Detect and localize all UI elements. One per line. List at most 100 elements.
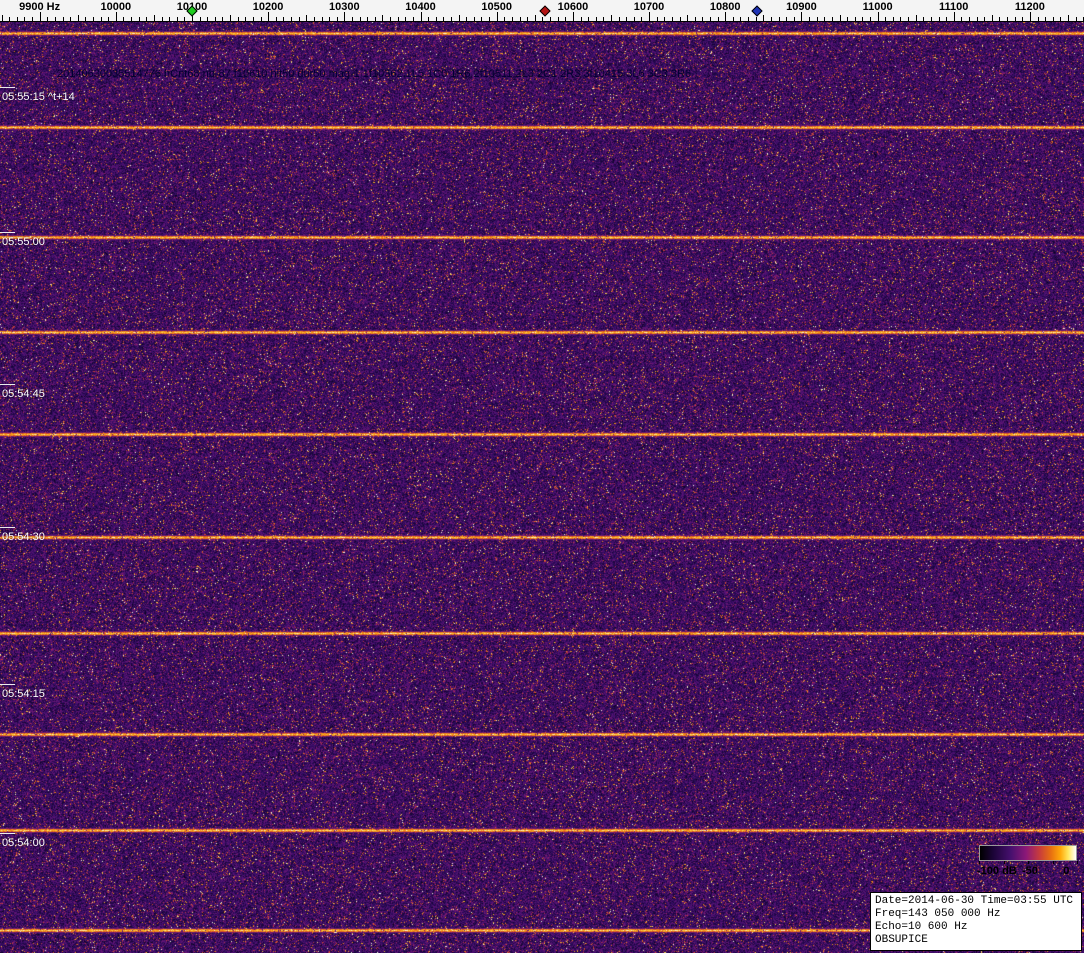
ruler-tick xyxy=(92,17,94,21)
ruler-tick xyxy=(664,17,666,21)
ruler-tick xyxy=(557,17,559,21)
ruler-tick xyxy=(291,17,292,21)
ruler-tick xyxy=(321,17,323,21)
frequency-marker-red-diamond-icon[interactable] xyxy=(539,5,551,17)
ruler-tick xyxy=(458,15,460,21)
ruler-tick xyxy=(915,15,917,21)
ruler-tick xyxy=(451,17,452,21)
ruler-tick xyxy=(397,17,399,21)
ruler-tick xyxy=(976,17,978,21)
ruler-tick xyxy=(32,17,33,21)
time-tick-dash xyxy=(0,232,15,233)
ruler-tick xyxy=(854,17,856,21)
ruler-tick xyxy=(816,17,818,21)
ruler-tick xyxy=(62,17,64,21)
ruler-tick xyxy=(306,15,308,21)
ruler-tick xyxy=(77,15,79,21)
ruler-tick xyxy=(999,17,1001,21)
ruler-tick xyxy=(70,17,72,21)
ruler-tick xyxy=(649,12,650,21)
ruler-tick xyxy=(1060,17,1062,21)
ruler-tick xyxy=(763,15,765,21)
ruler-tick xyxy=(748,17,750,21)
ruler-tick xyxy=(892,17,894,21)
ruler-tick xyxy=(344,12,346,21)
ruler-tick-label: 10800 xyxy=(709,1,741,13)
ruler-tick xyxy=(298,17,300,21)
ruler-tick xyxy=(184,17,186,21)
ruler-tick xyxy=(702,17,704,21)
ruler-tick xyxy=(214,17,216,21)
event-annotation: 20140630035514776 hCnt68 nb-87 f10610 hi… xyxy=(57,68,692,80)
ruler-tick xyxy=(481,17,483,21)
ruler-tick xyxy=(626,17,628,21)
ruler-tick xyxy=(534,15,536,21)
ruler-tick xyxy=(862,17,864,21)
ruler-tick xyxy=(900,17,902,21)
time-label-text: 05:54:15 xyxy=(2,688,45,700)
info-line: Echo=10 600 Hz xyxy=(875,921,968,933)
ruler-tick xyxy=(1007,17,1009,21)
ruler-tick-label: 11100 xyxy=(939,1,969,13)
ruler-tick xyxy=(770,17,772,21)
ruler-tick xyxy=(953,12,955,21)
ruler-tick xyxy=(1029,12,1031,21)
ruler-tick xyxy=(969,17,970,21)
spectrogram-app: 9900 Hz100001010010200103001040010500106… xyxy=(0,0,1084,953)
time-label-text: 05:55:00 xyxy=(2,236,45,248)
ruler-tick xyxy=(207,17,209,21)
ruler-tick xyxy=(671,17,673,21)
ruler-tick xyxy=(504,17,506,21)
ruler-tick xyxy=(732,17,734,21)
colorbar-tick xyxy=(1052,861,1054,864)
ruler-tick-label: 10200 xyxy=(252,1,284,13)
ruler-tick xyxy=(489,17,491,21)
ruler-tick xyxy=(930,17,932,21)
frequency-ruler: 9900 Hz100001010010200103001040010500106… xyxy=(0,0,1084,22)
ruler-tick xyxy=(755,17,757,21)
ruler-tick xyxy=(390,17,391,21)
ruler-tick xyxy=(199,17,201,21)
ruler-tick xyxy=(146,17,148,21)
ruler-tick xyxy=(511,17,513,21)
ruler-tick xyxy=(550,17,551,21)
info-line: Date=2014-06-30 Time=03:55 UTC xyxy=(875,895,1074,907)
ruler-tick xyxy=(1022,17,1024,21)
time-tick-dash xyxy=(0,87,15,88)
ruler-tick xyxy=(1068,15,1069,21)
ruler-tick xyxy=(519,17,521,21)
ruler-tick xyxy=(527,17,529,21)
ruler-tick xyxy=(435,17,437,21)
time-label: 05:54:30 xyxy=(0,527,45,543)
ruler-tick xyxy=(572,12,574,21)
ruler-tick xyxy=(717,17,719,21)
ruler-tick xyxy=(991,15,993,21)
colorbar-tick xyxy=(1076,861,1078,864)
ruler-tick xyxy=(877,12,879,21)
ruler-tick xyxy=(283,17,285,21)
ruler-tick-label: 9900 Hz xyxy=(19,1,61,13)
ruler-tick xyxy=(115,12,117,21)
ruler-tick xyxy=(793,17,795,21)
ruler-tick xyxy=(679,17,681,21)
ruler-tick xyxy=(633,17,635,21)
colorbar-labels: -100 dB -50 0 xyxy=(977,865,1077,878)
time-label-text: 05:55:15 ^t+14 xyxy=(2,91,75,103)
ruler-tick xyxy=(466,17,468,21)
ruler-tick xyxy=(313,17,315,21)
ruler-tick xyxy=(230,15,232,21)
ruler-tick xyxy=(618,17,620,21)
colorbar-gradient xyxy=(979,845,1077,861)
ruler-tick xyxy=(786,17,788,21)
ruler-tick xyxy=(245,17,247,21)
info-line: Freq=143 050 000 Hz xyxy=(875,908,1001,920)
ruler-tick xyxy=(687,15,689,21)
frequency-marker-blue-diamond-icon[interactable] xyxy=(751,5,763,17)
ruler-tick xyxy=(610,15,612,21)
ruler-tick xyxy=(885,17,887,21)
ruler-tick xyxy=(1014,17,1016,21)
ruler-tick xyxy=(374,17,376,21)
ruler-tick xyxy=(420,12,422,21)
ruler-tick xyxy=(329,17,331,21)
ruler-tick xyxy=(359,17,361,21)
